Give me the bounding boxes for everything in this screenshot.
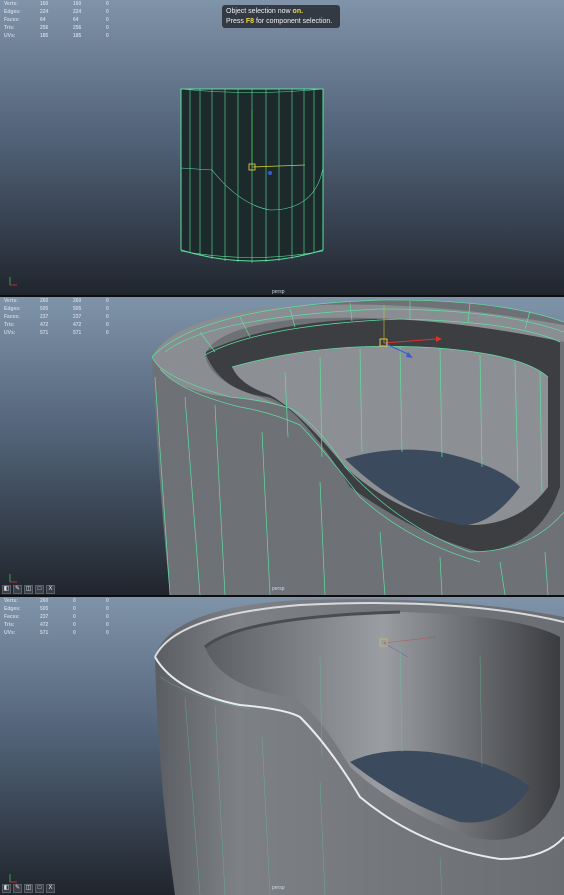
hud-row: Tris: 256 256 0 <box>4 25 109 31</box>
hud-row: Tris: 472 0 0 <box>4 622 109 628</box>
camera-icon[interactable]: ◧ <box>2 884 11 893</box>
hud-row: Verts: 260 260 0 <box>4 298 109 304</box>
hud-row: UVs: 571 571 0 <box>4 330 109 336</box>
camera-icon[interactable]: ◧ <box>2 585 11 594</box>
hud-row: Edges: 505 505 0 <box>4 306 109 312</box>
frame-icon[interactable]: □ <box>35 585 44 594</box>
viewport-panel-3[interactable]: Verts: 260 0 0 Edges: 505 0 0 Faces: 237 0 0 Tris… <box>0 597 564 895</box>
hud-row: Edges: 505 0 0 <box>4 606 109 612</box>
hud-row: Edges: 224 224 0 <box>4 9 109 15</box>
layout-icon[interactable]: ◫ <box>24 585 33 594</box>
cylinder-wireframe-view <box>9 88 324 286</box>
hud-row: Verts: 160 160 0 <box>4 1 109 7</box>
camera-label: persp <box>272 885 285 891</box>
close-button[interactable]: X <box>46 585 55 594</box>
layout-icon[interactable]: ◫ <box>24 884 33 893</box>
smoothed-cup-view <box>9 599 564 895</box>
viewport-panel-1[interactable]: Verts: 160 160 0 Edges: 224 224 0 Faces: 64 64 0 … <box>0 0 564 296</box>
hud-row: UVs: 571 0 0 <box>4 630 109 636</box>
panel-toolbar: ◧ ✎ ◫ □ X <box>2 884 68 893</box>
bevelled-cup-wireframe-view <box>9 299 564 595</box>
poly-count-hud: Verts: 160 160 0 Edges: 224 224 0 Faces: 64 64 0 … <box>4 0 139 40</box>
poly-count-hud: Verts: 260 0 0 Edges: 505 0 0 Faces: 237 0 0 Tris… <box>4 597 139 637</box>
selection-mode-toast: Object selection now on. Press F8 for co… <box>222 5 340 28</box>
poly-count-hud: Verts: 260 260 0 Edges: 505 505 0 Faces: 237 237… <box>4 297 139 337</box>
tools-icon[interactable]: ✎ <box>13 585 22 594</box>
hud-row: Faces: 64 64 0 <box>4 17 109 23</box>
camera-label: persp <box>272 586 285 592</box>
hud-row: UVs: 185 185 0 <box>4 33 109 39</box>
panel-toolbar: ◧ ✎ ◫ □ X <box>2 585 68 594</box>
frame-icon[interactable]: □ <box>35 884 44 893</box>
tools-icon[interactable]: ✎ <box>13 884 22 893</box>
hud-row: Tris: 472 472 0 <box>4 322 109 328</box>
close-button[interactable]: X <box>46 884 55 893</box>
viewport-panel-2[interactable]: Verts: 260 260 0 Edges: 505 505 0 Faces: 237 237… <box>0 297 564 595</box>
hud-row: Faces: 237 237 0 <box>4 314 109 320</box>
hud-row: Faces: 237 0 0 <box>4 614 109 620</box>
hud-row: Verts: 260 0 0 <box>4 598 109 604</box>
